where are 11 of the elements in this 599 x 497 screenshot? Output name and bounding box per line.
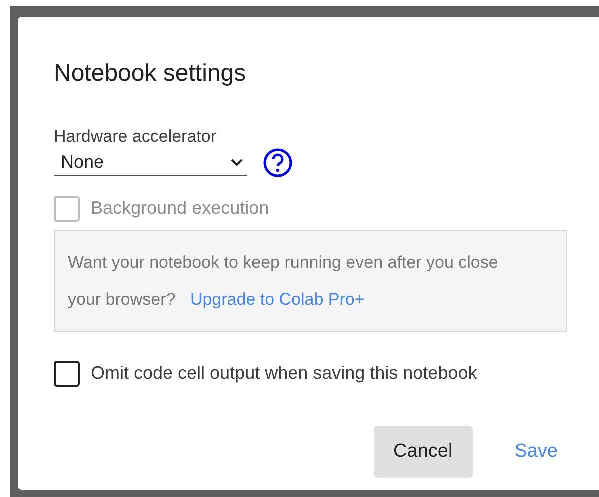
checkbox-label: Background execution	[91, 197, 270, 220]
cancel-button[interactable]: Cancel	[374, 426, 473, 478]
chevron-down-icon	[231, 158, 243, 166]
help-icon[interactable]	[263, 148, 293, 178]
field-label: Hardware accelerator	[54, 127, 218, 147]
checkbox-label: Omit code cell output when saving this notebook	[91, 362, 478, 385]
accelerator-dropdown[interactable]: None	[54, 150, 247, 176]
dialog-title: Notebook settings	[54, 59, 248, 89]
checkbox[interactable]	[54, 360, 80, 386]
save-button[interactable]: Save	[494, 426, 578, 478]
notice-text: Want your notebook to keep running even after you close your browser? Upgrade to Colab Pro+	[68, 252, 500, 311]
